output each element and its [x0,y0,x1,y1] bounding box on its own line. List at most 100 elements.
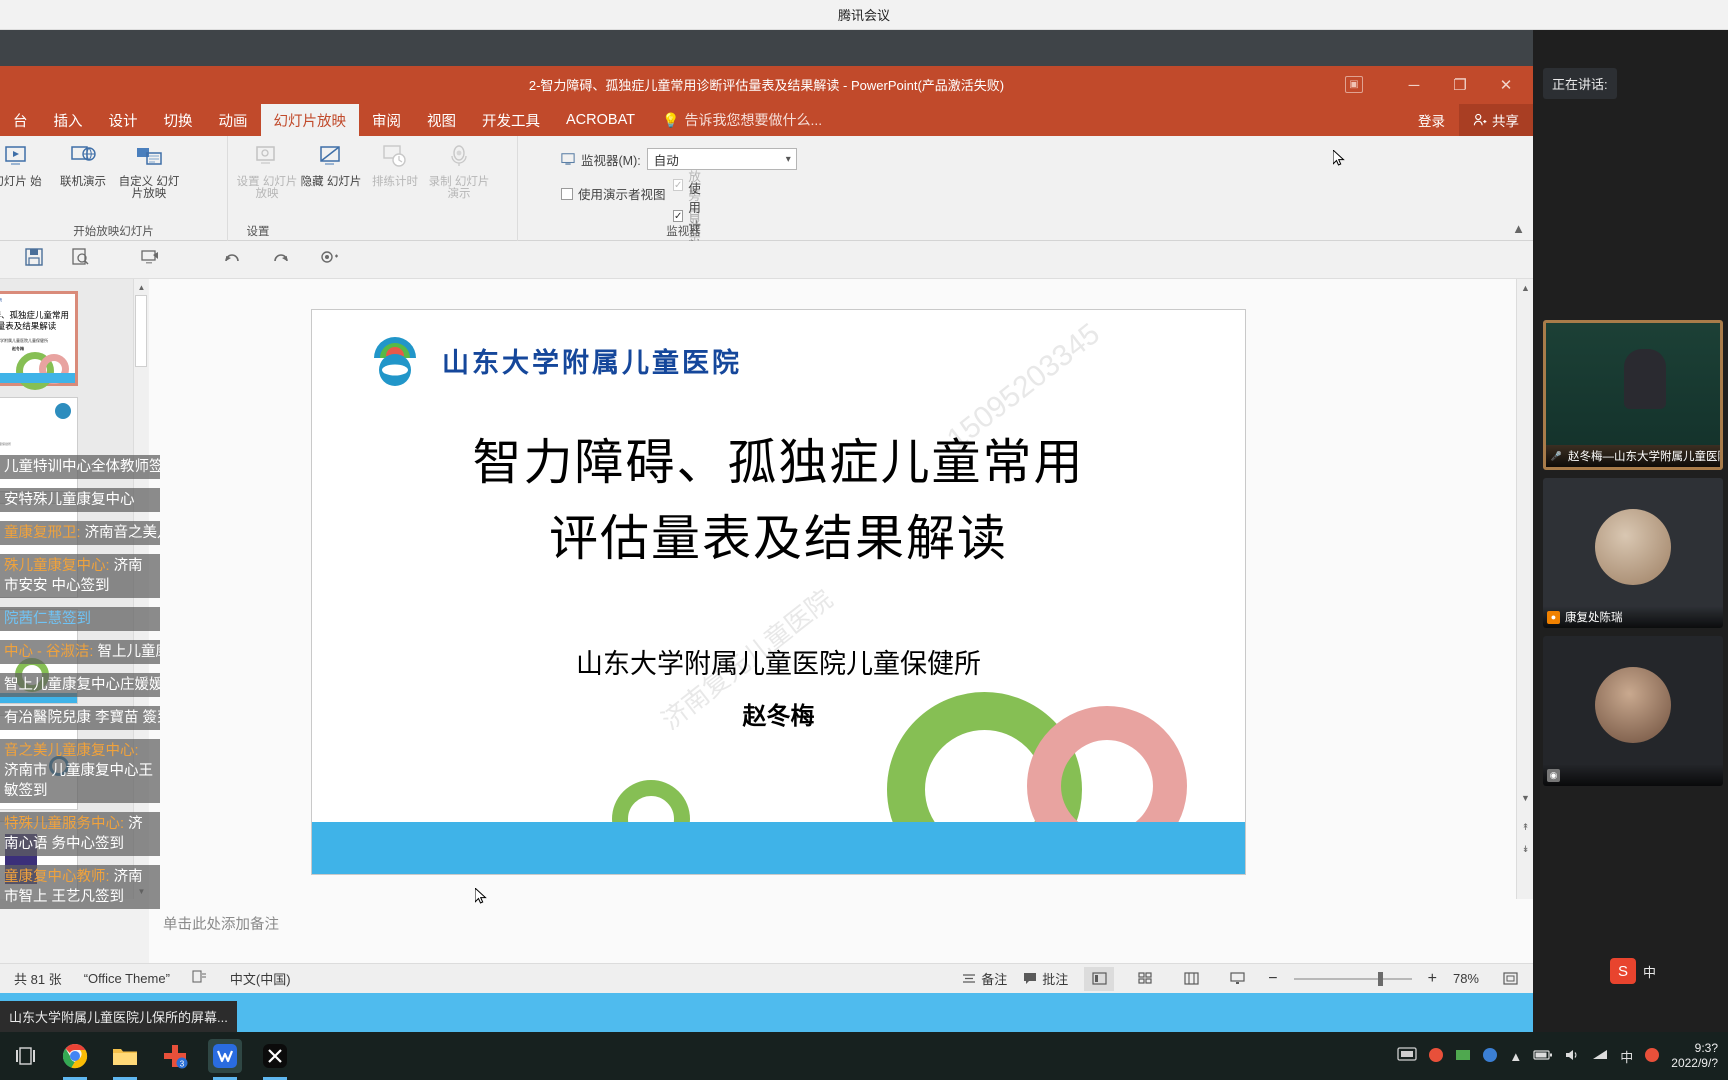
ribbon-from-beginning-button[interactable]: 幻灯片 始 [0,142,48,188]
slide-scrollbar[interactable]: ▲ ▼ ↟ ↡ [1516,279,1533,899]
participant-name-overlay-1: 🎤 赵冬梅—山东大学附属儿童医院 [1546,445,1720,467]
chat-message: 安特殊儿童康复中心 [0,488,160,512]
chat-message-sender: 殊儿童康复中心: [4,558,110,574]
tray-ime-label[interactable]: 中 [1620,1047,1633,1066]
participant-video-tile-2[interactable]: ● 康复处陈瑞 [1543,478,1723,628]
current-slide[interactable]: 山东大学附属儿童医院 15095203345 济南复元儿童医院 智力障碍、孤独症… [311,309,1246,875]
chat-message-text: 智上儿童康复中心庄媛媛签到 [4,677,160,693]
ribbon-display-options-icon[interactable]: ▣ [1345,76,1363,93]
tab-slideshow[interactable]: 幻灯片放映 [260,104,359,136]
slide-scroll-down-icon[interactable]: ▼ [1517,789,1534,806]
zoom-out-button[interactable]: − [1268,970,1277,988]
reading-view-icon[interactable] [1176,967,1206,991]
scroll-up-arrow-icon[interactable]: ▲ [134,279,149,295]
chat-message-text: 济南音之美儿童 [84,525,160,541]
comments-toggle-button[interactable]: 批注 [1023,969,1068,988]
chrome-icon[interactable] [58,1039,92,1080]
status-bar-left: 共 81 张 “Office Theme” 中文(中国) [0,969,291,988]
notes-pane[interactable]: 单击此处添加备注 [149,899,1533,963]
slide-thumbnail-1[interactable]: 山东大学附属儿童医院 智力障碍、孤独症儿童常用评估量表及结果解读 山东大学附属儿… [0,291,78,390]
slide-scroll-up-icon[interactable]: ▲ [1517,279,1534,296]
restore-button[interactable]: ❐ [1437,66,1483,104]
next-slide-icon[interactable]: ↡ [1517,841,1534,858]
meeting-app-title: 腾讯会议 [837,8,890,23]
participant-video-tile-1[interactable]: 🎤 赵冬梅—山东大学附属儿童医院 [1543,320,1723,470]
previous-slide-icon[interactable]: ↟ [1517,819,1534,836]
share-button[interactable]: 共享 [1459,104,1533,136]
system-tray: ▲ 中 9:3? 2022/9/? [1397,1041,1718,1071]
tray-battery-icon[interactable] [1533,1048,1553,1065]
zoom-slider-track [1293,977,1412,980]
monitor-label: 监视器(M): [581,153,641,168]
chat-message-sender: 音之美儿童康复中心: [4,743,139,759]
powerpoint-window: 2-智力障碍、孤独症儿童常用诊断评估量表及结果解读 - PowerPoint(产… [0,66,1533,1035]
theme-name[interactable]: “Office Theme” [84,971,170,986]
ribbon-setup-show-button[interactable]: 设置 幻灯片放映 [236,142,298,200]
from-beginning-icon [2,142,32,172]
redo-icon[interactable] [270,247,292,272]
file-explorer-icon[interactable] [108,1039,142,1080]
undo-icon[interactable] [222,247,244,272]
touch-mode-icon[interactable] [318,247,342,272]
slide-sorter-icon[interactable] [1130,967,1160,991]
hospital-logo: 山东大学附属儿童医院 [364,332,742,388]
ribbon-present-online-button[interactable]: 联机演示 [52,142,114,188]
tab-design[interactable]: 设计 [96,104,151,136]
ribbon-record-slideshow-button[interactable]: 录制 幻灯片演示 [428,142,490,200]
tab-transitions[interactable]: 切换 [151,104,206,136]
fit-to-window-icon[interactable] [1495,967,1525,991]
meeting-app-titlebar: 腾讯会议 [0,0,1728,30]
checkbox-presenter-view[interactable]: 使用演示者视图 [561,184,666,203]
tray-app-icon-2[interactable] [1455,1047,1471,1066]
monitor-select[interactable]: 自动 [646,148,797,170]
tab-review[interactable]: 审阅 [359,104,414,136]
collapse-ribbon-icon[interactable]: ▲ [1512,221,1525,236]
ribbon-rehearse-timings-button[interactable]: 排练计时 [364,142,426,188]
tray-network-icon[interactable] [1592,1048,1609,1065]
notes-toggle-button[interactable]: 备注 [962,969,1007,988]
ribbon-group-label-monitors: 监视器 [666,226,701,238]
scrollbar-thumb[interactable] [135,295,147,367]
sign-in-button[interactable]: 登录 [1404,110,1459,130]
slideshow-icon[interactable] [140,247,160,272]
close-button[interactable]: ✕ [1483,66,1529,104]
task-view-icon[interactable] [8,1039,42,1073]
tab-acrobat[interactable]: ACROBAT [553,104,648,136]
zoom-level[interactable]: 78% [1453,971,1479,986]
language-status[interactable]: 中文(中国) [230,969,291,988]
participant-video-tile-3[interactable]: ◉ [1543,636,1723,786]
tray-ime-extra-icon[interactable] [1644,1047,1660,1066]
tab-view[interactable]: 视图 [414,104,469,136]
tab-home[interactable]: 台 [0,104,41,136]
capcut-icon[interactable] [258,1039,292,1080]
sogou-ime-indicator[interactable]: S 中 [1609,958,1656,984]
mic-on-icon: 🎤 [1550,450,1563,461]
tray-app-icon-1[interactable] [1428,1047,1444,1066]
share-label: 共享 [1492,114,1519,129]
tray-monitor-icon[interactable] [1397,1046,1418,1066]
taskbar-tooltip-text: 山东大学附属儿童医院儿保所的屏幕... [9,1010,228,1025]
tell-me-search[interactable]: 💡 告诉我您想要做什么... [648,104,822,136]
minimize-button[interactable]: ─ [1391,66,1437,104]
ribbon-group-setup: 设置 幻灯片放映 隐藏 幻灯片 排练计时 录制 幻灯片演示 ✓ 放旁白 ✓ 使用… [228,136,701,322]
tab-animations[interactable]: 动画 [206,104,261,136]
save-icon[interactable] [24,247,44,272]
tencent-meeting-icon[interactable] [208,1039,242,1080]
tab-developer[interactable]: 开发工具 [469,104,553,136]
ribbon-from-beginning-label: 幻灯片 始 [0,176,42,188]
slideshow-view-icon[interactable] [1222,967,1252,991]
health-app-icon[interactable]: 3 [158,1039,192,1073]
zoom-slider-knob[interactable] [1377,971,1383,986]
spell-check-icon[interactable] [192,970,208,987]
ribbon-custom-show-button[interactable]: 自定义 幻灯片放映 [118,142,180,200]
tray-chevron-up-icon[interactable]: ▲ [1509,1049,1522,1064]
tray-app-icon-3[interactable] [1482,1047,1498,1066]
print-preview-icon[interactable] [70,247,90,272]
ribbon-hide-slide-button[interactable]: 隐藏 幻灯片 [300,142,362,188]
normal-view-icon[interactable] [1084,966,1115,991]
tray-volume-icon[interactable] [1564,1048,1581,1065]
taskbar-clock[interactable]: 9:3? 2022/9/? [1671,1041,1718,1071]
tab-insert[interactable]: 插入 [41,104,96,136]
zoom-in-button[interactable]: + [1428,970,1437,988]
zoom-slider[interactable] [1293,971,1412,986]
